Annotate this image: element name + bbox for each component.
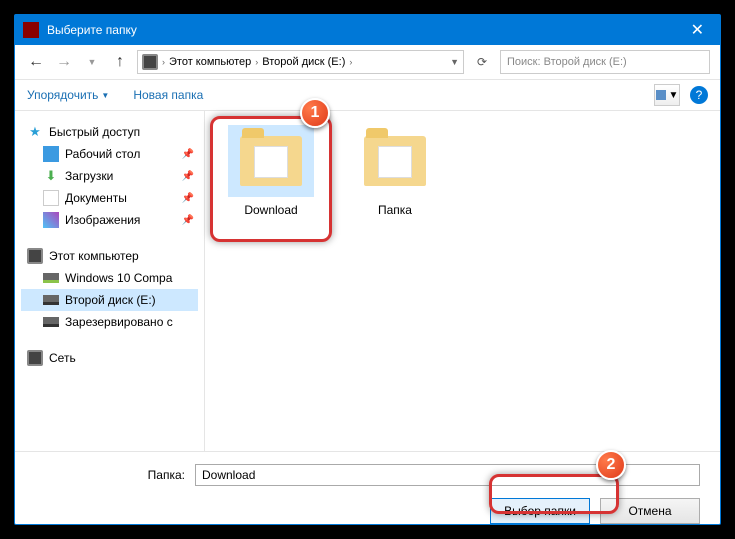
help-icon[interactable]: ? [690, 86, 708, 104]
drive-icon [43, 317, 59, 327]
folder-view[interactable]: Download Папка [205, 111, 720, 451]
folder-label: Download [221, 203, 321, 217]
footer: Папка: Выбор папки Отмена [15, 451, 720, 538]
pin-icon: 📌 [182, 171, 194, 182]
pictures-icon [43, 212, 59, 228]
download-icon: ⬇ [43, 168, 59, 184]
tree-documents[interactable]: Документы 📌 [21, 187, 198, 209]
back-button[interactable]: ← [25, 53, 47, 71]
chevron-down-icon[interactable]: ▼ [450, 57, 459, 67]
folder-label: Папка [345, 203, 445, 217]
app-icon [23, 22, 39, 38]
crumb-root[interactable]: Этот компьютер [169, 56, 251, 68]
folder-item[interactable]: Папка [345, 125, 445, 217]
drive-icon [43, 295, 59, 305]
close-icon[interactable]: ✕ [683, 20, 712, 40]
up-button[interactable]: ↑ [109, 53, 131, 71]
network-icon [27, 350, 43, 366]
refresh-button[interactable]: ⟳ [470, 50, 494, 74]
crumb-current[interactable]: Второй диск (E:) [262, 56, 345, 68]
titlebar: Выберите папку ✕ [15, 15, 720, 45]
dialog-window: Выберите папку ✕ ← → ▼ ↑ › Этот компьюте… [14, 14, 721, 525]
folder-icon [240, 136, 302, 186]
tree-this-pc[interactable]: Этот компьютер [21, 245, 198, 267]
window-title: Выберите папку [47, 23, 683, 37]
pin-icon: 📌 [182, 193, 194, 204]
folder-name-input[interactable] [195, 464, 700, 486]
tree-drive-c[interactable]: Windows 10 Compa [21, 267, 198, 289]
tree-reserved[interactable]: Зарезервировано с [21, 311, 198, 333]
nav-tree: ★ Быстрый доступ Рабочий стол 📌 ⬇ Загруз… [15, 111, 205, 451]
tree-desktop[interactable]: Рабочий стол 📌 [21, 143, 198, 165]
nav-bar: ← → ▼ ↑ › Этот компьютер › Второй диск (… [15, 45, 720, 79]
tree-quick-access[interactable]: ★ Быстрый доступ [21, 121, 198, 143]
folder-input-label: Папка: [35, 468, 185, 482]
cancel-button[interactable]: Отмена [600, 498, 700, 524]
body: ★ Быстрый доступ Рабочий стол 📌 ⬇ Загруз… [15, 111, 720, 451]
search-input[interactable]: Поиск: Второй диск (E:) [500, 50, 710, 74]
pc-icon [27, 248, 43, 264]
address-bar[interactable]: › Этот компьютер › Второй диск (E:) › ▼ [137, 50, 464, 74]
view-mode-button[interactable]: ▼ [654, 84, 680, 106]
tree-pictures[interactable]: Изображения 📌 [21, 209, 198, 231]
folder-item[interactable]: Download [221, 125, 321, 217]
search-placeholder: Поиск: Второй диск (E:) [507, 56, 627, 68]
drive-icon [43, 273, 59, 283]
chevron-right-icon: › [255, 57, 258, 67]
chevron-down-icon: ▼ [101, 91, 109, 100]
chevron-down-icon: ▼ [669, 90, 679, 101]
pc-icon [142, 54, 158, 70]
desktop-icon [43, 146, 59, 162]
chevron-right-icon: › [162, 57, 165, 67]
chevron-right-icon: › [349, 57, 352, 67]
document-icon [43, 190, 59, 206]
toolbar: Упорядочить ▼ Новая папка ▼ ? [15, 79, 720, 111]
tree-downloads[interactable]: ⬇ Загрузки 📌 [21, 165, 198, 187]
recent-dropdown[interactable]: ▼ [81, 57, 103, 67]
star-icon: ★ [27, 124, 43, 140]
pin-icon: 📌 [182, 149, 194, 160]
select-folder-button[interactable]: Выбор папки [490, 498, 590, 524]
new-folder-button[interactable]: Новая папка [133, 88, 203, 102]
organize-button[interactable]: Упорядочить ▼ [27, 88, 109, 102]
tree-drive-e[interactable]: Второй диск (E:) [21, 289, 198, 311]
pin-icon: 📌 [182, 215, 194, 226]
tree-network[interactable]: Сеть [21, 347, 198, 369]
forward-button: → [53, 53, 75, 71]
folder-icon [364, 136, 426, 186]
